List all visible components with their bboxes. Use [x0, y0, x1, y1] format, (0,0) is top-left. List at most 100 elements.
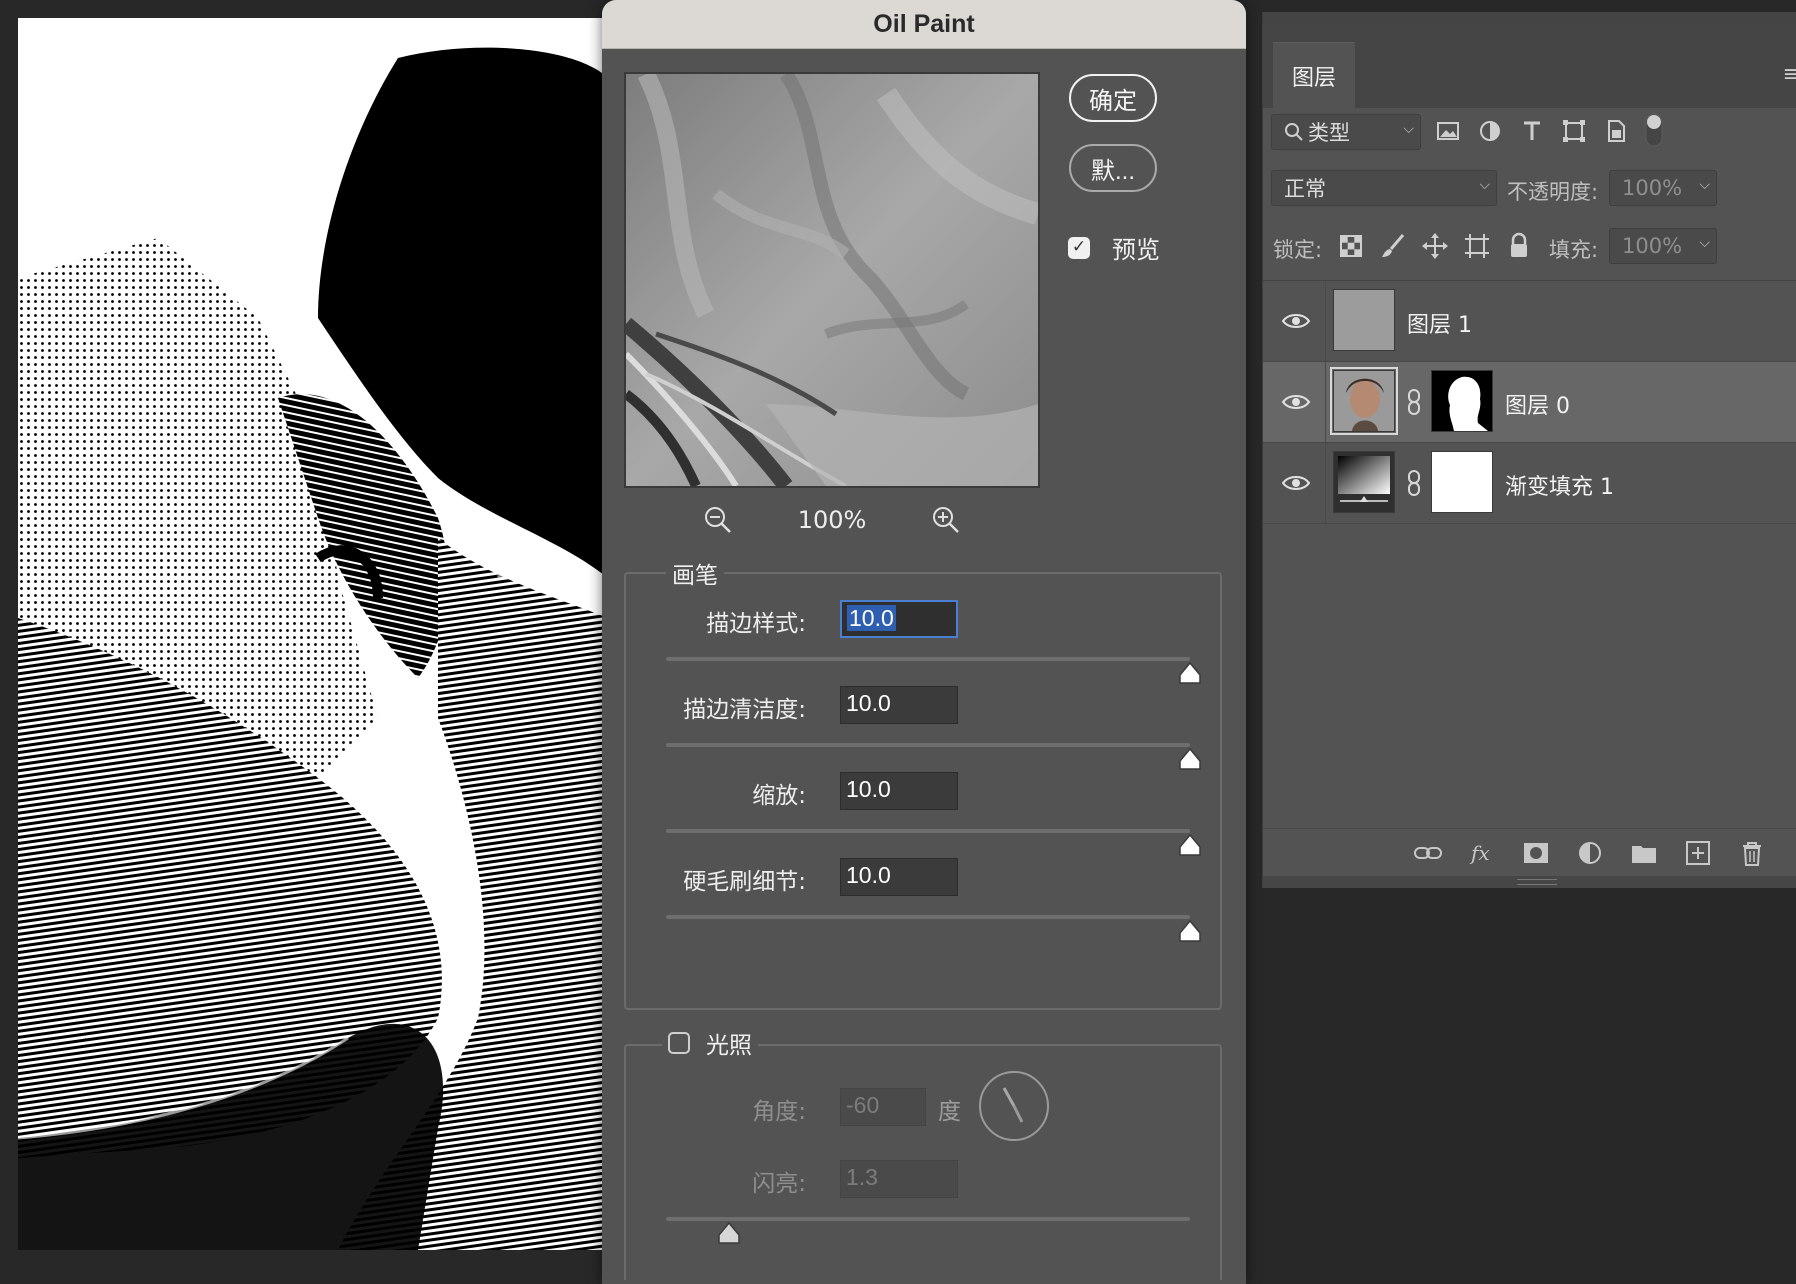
filter-preview[interactable] — [624, 72, 1040, 488]
eye-icon[interactable] — [1281, 392, 1311, 412]
layer-thumbnail — [1330, 367, 1398, 435]
lock-pixels-brush-icon[interactable] — [1379, 232, 1407, 260]
layer-row[interactable]: 图层 1 — [1263, 281, 1796, 362]
default-button[interactable]: 默... — [1069, 144, 1157, 192]
stroke-cleanliness-row: 描边清洁度: 10.0 — [626, 686, 1220, 784]
brush-group-title: 画笔 — [666, 556, 724, 590]
layer-mask-thumbnail[interactable] — [1431, 451, 1493, 513]
ok-button[interactable]: 确定 — [1069, 74, 1157, 122]
oil-paint-dialog: Oil Paint 确定 默... ✓ 预览 100% 画笔 描边样式: 10.… — [602, 0, 1246, 1284]
add-mask-icon[interactable] — [1521, 839, 1551, 867]
shine-slider-thumb[interactable] — [717, 1222, 741, 1244]
preview-zoom-controls: 100% — [624, 500, 1040, 540]
shine-row: 闪亮: 1.3 — [626, 1160, 1220, 1258]
brush-group: 画笔 描边样式: 10.0 描边清洁度: 10.0 缩放: 10.0 硬毛刷细节… — [624, 556, 1222, 1010]
panel-resize-grip[interactable] — [1263, 876, 1796, 888]
angle-unit: 度 — [938, 1099, 961, 1125]
halftone-portrait-image — [18, 18, 608, 1250]
portrait-thumbnail-image — [1334, 371, 1394, 431]
preview-label: 预览 — [1112, 236, 1160, 264]
gradient-swatch-icon — [1334, 452, 1394, 512]
dialog-title: Oil Paint — [873, 9, 975, 38]
mask-silhouette-image — [1432, 371, 1492, 431]
preview-toggle[interactable]: ✓ 预览 — [1068, 230, 1160, 265]
bristle-detail-input[interactable]: 10.0 — [840, 858, 958, 896]
link-layers-icon[interactable] — [1413, 839, 1443, 867]
zoom-in-icon[interactable] — [930, 504, 962, 536]
shine-label: 闪亮: — [752, 1171, 806, 1197]
new-adjustment-layer-icon[interactable] — [1575, 839, 1605, 867]
zoom-out-icon[interactable] — [702, 504, 734, 536]
svg-text:fx: fx — [1469, 841, 1490, 865]
image-filter-icon[interactable] — [1433, 116, 1463, 146]
panel-menu-icon[interactable]: ≡ — [1783, 62, 1796, 87]
type-filter-icon[interactable] — [1517, 116, 1547, 146]
chain-link-icon[interactable] — [1405, 388, 1423, 416]
stroke-cleanliness-input[interactable]: 10.0 — [840, 686, 958, 724]
stroke-style-slider-track[interactable] — [666, 657, 1190, 661]
stroke-style-row: 描边样式: 10.0 — [626, 600, 1220, 698]
chain-link-icon[interactable] — [1405, 469, 1423, 497]
angle-input[interactable]: -60 — [840, 1088, 926, 1126]
layers-list: 图层 1 图层 0 渐变填充 1 — [1263, 280, 1796, 524]
chevron-down-icon: ⌵ — [1479, 177, 1490, 193]
bristle-detail-row: 硬毛刷细节: 10.0 — [626, 858, 1220, 956]
opacity-label: 不透明度: — [1507, 180, 1599, 204]
shine-input[interactable]: 1.3 — [840, 1160, 958, 1198]
new-group-folder-icon[interactable] — [1629, 839, 1659, 867]
lighting-toggle[interactable]: 光照 — [662, 1026, 758, 1060]
blend-mode-dropdown[interactable]: 正常 ⌵ — [1271, 170, 1497, 206]
eye-icon[interactable] — [1281, 311, 1311, 331]
lock-position-move-icon[interactable] — [1421, 232, 1449, 260]
dialog-titlebar[interactable]: Oil Paint — [602, 0, 1246, 49]
stroke-cleanliness-slider-track[interactable] — [666, 743, 1190, 747]
bristle-detail-slider-thumb[interactable] — [1178, 920, 1202, 942]
layer-mask-thumbnail[interactable] — [1431, 370, 1493, 432]
lighting-label: 光照 — [706, 1033, 752, 1059]
layer-filter-dropdown[interactable]: 类型 ⌵ — [1271, 114, 1421, 150]
eye-icon[interactable] — [1281, 473, 1311, 493]
delete-layer-icon[interactable] — [1737, 839, 1767, 867]
shine-slider-track[interactable] — [666, 1217, 1190, 1221]
fill-value: 100% — [1622, 234, 1683, 258]
layer-name: 图层 1 — [1407, 313, 1472, 338]
stroke-style-slider-thumb[interactable] — [1178, 662, 1202, 684]
stroke-cleanliness-slider-thumb[interactable] — [1178, 748, 1202, 770]
divider — [1325, 362, 1326, 442]
new-layer-icon[interactable] — [1683, 839, 1713, 867]
scale-input[interactable]: 10.0 — [840, 772, 958, 810]
fx-layer-style-icon[interactable]: fx — [1467, 839, 1497, 867]
bristle-detail-label: 硬毛刷细节: — [683, 869, 806, 895]
lighting-group: 光照 角度: -60 度 闪亮: 1.3 — [624, 1026, 1222, 1280]
opacity-input[interactable]: 100% ⌵ — [1609, 170, 1717, 206]
tab-layers[interactable]: 图层 — [1273, 42, 1355, 109]
stroke-style-label: 描边样式: — [706, 611, 806, 637]
scale-slider-thumb[interactable] — [1178, 834, 1202, 856]
opacity-value: 100% — [1622, 176, 1683, 200]
preview-checkbox[interactable]: ✓ — [1068, 236, 1090, 259]
bristle-detail-slider-track[interactable] — [666, 915, 1190, 919]
divider — [1325, 281, 1326, 361]
lighting-checkbox[interactable] — [668, 1032, 690, 1054]
checkmark-icon: ✓ — [1071, 237, 1087, 257]
lock-all-icon[interactable] — [1505, 232, 1533, 260]
stroke-cleanliness-label: 描边清洁度: — [683, 697, 806, 723]
lock-artboard-icon[interactable] — [1463, 232, 1491, 260]
layer-row[interactable]: 渐变填充 1 — [1263, 443, 1796, 524]
document-canvas[interactable] — [18, 18, 608, 1250]
scale-label: 缩放: — [752, 783, 806, 809]
layer-filter-label: 类型 — [1308, 121, 1350, 145]
layer-row[interactable]: 图层 0 — [1263, 362, 1796, 443]
smart-object-filter-icon[interactable] — [1601, 116, 1631, 146]
angle-dial[interactable] — [978, 1070, 1050, 1142]
stroke-style-input[interactable]: 10.0 — [840, 600, 958, 638]
gradient-fill-thumbnail — [1333, 451, 1395, 513]
search-icon — [1285, 123, 1303, 141]
adjustment-filter-icon[interactable] — [1475, 116, 1505, 146]
scale-slider-track[interactable] — [666, 829, 1190, 833]
filter-toggle-icon[interactable] — [1643, 112, 1665, 148]
lock-transparency-icon[interactable] — [1337, 232, 1365, 260]
scale-row: 缩放: 10.0 — [626, 772, 1220, 870]
fill-input[interactable]: 100% ⌵ — [1609, 228, 1717, 264]
shape-filter-icon[interactable] — [1559, 116, 1589, 146]
